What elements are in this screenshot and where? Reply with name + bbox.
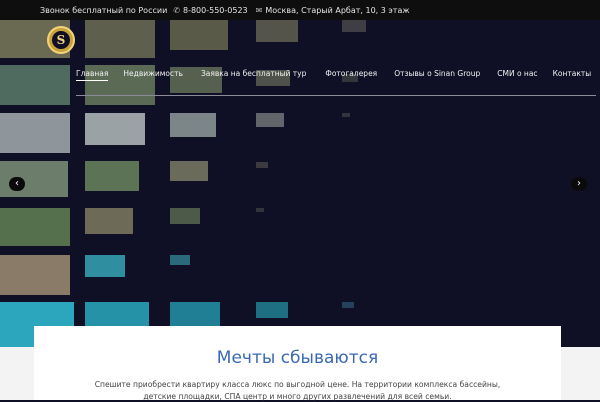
company-logo[interactable]: S xyxy=(47,26,75,54)
hero-image-tile xyxy=(0,113,70,153)
hero-image-tile xyxy=(170,20,228,50)
hero-image-tile xyxy=(0,65,70,105)
hero-description: Спешите приобрести квартиру класса люкс … xyxy=(34,379,561,402)
hero-image-tile xyxy=(256,20,298,42)
hero-image-tile xyxy=(342,302,354,308)
hero-image-tile xyxy=(85,208,133,234)
main-nav: Главная Недвижимость Заявка на бесплатны… xyxy=(76,69,591,81)
nav-item-media[interactable]: СМИ о нас xyxy=(497,69,537,81)
phone-link[interactable]: 8-800-550-0523 xyxy=(183,6,248,15)
logo-letter: S xyxy=(52,31,70,49)
hero-image-tile xyxy=(342,113,350,117)
hero-description-line-1: Спешите приобрести квартиру класса люкс … xyxy=(94,380,501,389)
hero-image-tile xyxy=(170,161,208,181)
hero-image-tile xyxy=(170,113,216,137)
top-info-bar: Звонок бесплатный по России ✆ 8-800-550-… xyxy=(0,0,600,20)
hero-image-tile xyxy=(256,113,284,127)
hero-title: Мечты сбываются xyxy=(216,348,379,368)
hero-image-tile xyxy=(256,208,264,212)
nav-divider xyxy=(76,95,596,96)
nav-item-contacts[interactable]: Контакты xyxy=(553,69,592,81)
hero-image-tile xyxy=(256,162,268,168)
hero-description-line-2: детские площадки, СПА центр и много друг… xyxy=(143,391,452,401)
slider-next-button[interactable]: › xyxy=(571,177,587,191)
envelope-icon: ✉ xyxy=(255,5,263,15)
free-call-text: Звонок бесплатный по России xyxy=(40,5,168,15)
nav-item-home[interactable]: Главная xyxy=(76,69,109,81)
nav-item-reviews[interactable]: Отзывы о Sinan Group xyxy=(394,69,480,81)
hero-image-tile xyxy=(85,113,145,145)
hero-image-tile xyxy=(170,255,190,265)
hero-image-tile xyxy=(85,255,125,277)
hero-image-tile xyxy=(0,208,70,246)
hero-image-tile xyxy=(85,161,139,191)
nav-item-gallery[interactable]: Фотогалерея xyxy=(325,69,377,81)
nav-item-free-tour[interactable]: Заявка на бесплатный тур xyxy=(201,69,306,81)
chevron-left-icon: ‹ xyxy=(15,178,19,189)
phone-icon: ✆ xyxy=(173,5,180,15)
hero-image-tile xyxy=(0,255,70,295)
chevron-right-icon: › xyxy=(577,178,581,189)
hero-image-tile xyxy=(170,208,200,224)
hero-image-tile xyxy=(85,20,155,58)
address-text: Москва, Старый Арбат, 10, 3 этаж xyxy=(265,5,410,15)
hero-image-tile xyxy=(342,20,366,32)
hero-text-card: Мечты сбываются Спешите приобрести кварт… xyxy=(34,326,561,402)
slider-prev-button[interactable]: ‹ xyxy=(9,177,25,191)
hero-image-tile xyxy=(256,302,288,318)
nav-item-real-estate[interactable]: Недвижимость xyxy=(123,69,183,81)
